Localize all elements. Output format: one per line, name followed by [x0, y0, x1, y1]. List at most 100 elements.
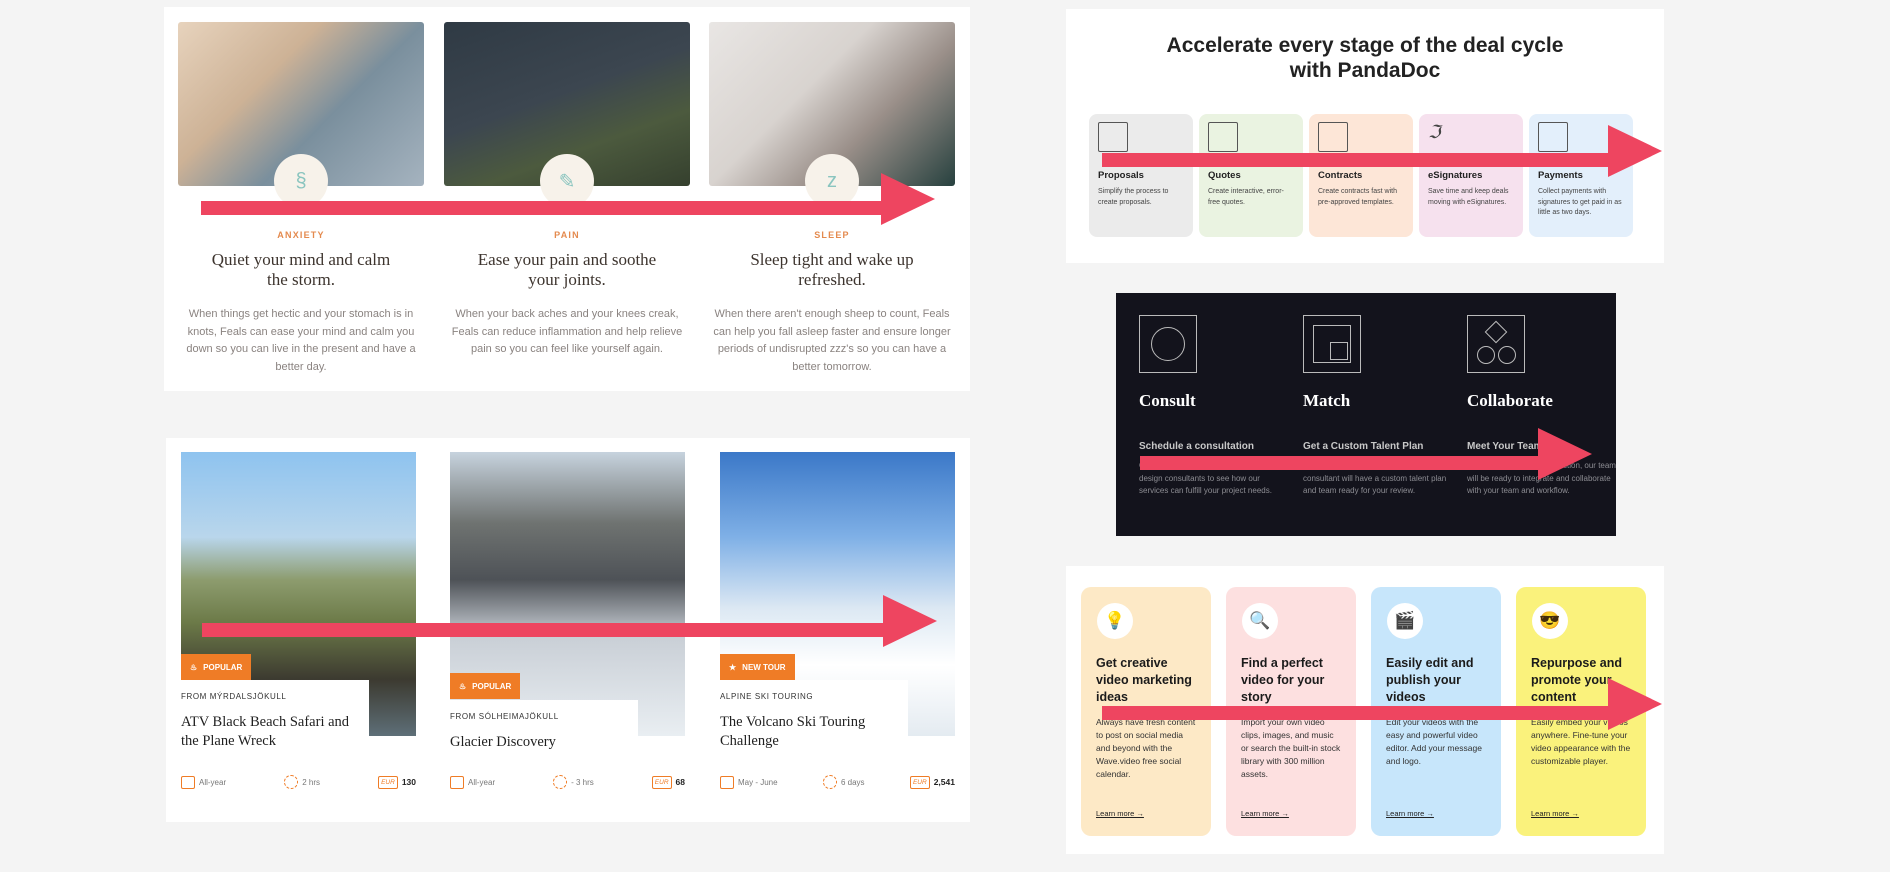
bandage-icon: ✎ [540, 154, 594, 208]
calendar-icon [450, 775, 464, 789]
currency-icon: EUR [651, 775, 672, 789]
step-subtitle: Schedule a consultation [1139, 441, 1255, 452]
contract-doc-icon [1318, 122, 1348, 152]
benefit-title: Sleep tight and wake up refreshed. [750, 250, 914, 289]
learn-more-link[interactable]: Learn more → [1096, 809, 1144, 818]
learn-more-link[interactable]: Learn more → [1241, 809, 1289, 818]
tour-price: 130 [401, 777, 416, 787]
feature-card-repurpose[interactable]: 😎 Repurpose and promote your content Eas… [1516, 587, 1646, 836]
step-title: Consult [1139, 391, 1196, 410]
leaf-swirl-icon: § [274, 154, 328, 208]
tour-price: 2,541 [933, 777, 955, 787]
wave-features-panel: 💡 Get creative video marketing ideas Alw… [1066, 566, 1664, 854]
card-text: Edit your videos with the easy and power… [1386, 717, 1482, 766]
clock-icon [822, 775, 837, 789]
benefit-category: PAIN [554, 230, 580, 240]
tour-info: FROM SÓLHEIMAJÖKULL Glacier Discovery [450, 700, 638, 780]
tour-title[interactable]: ATV Black Beach Safari and the Plane Wre… [181, 713, 369, 751]
benefit-title: Ease your pain and soothe your joints. [477, 250, 657, 289]
currency-icon: EUR [909, 775, 930, 789]
match-icon [1303, 315, 1361, 373]
benefit-card-pain: ✎ PAIN Ease your pain and soothe your jo… [444, 22, 690, 359]
tour-card[interactable]: ♨ POPULAR FROM MÝRDALSJÖKULL ATV Black Be… [181, 452, 416, 789]
feature-card-find-video[interactable]: 🔍 Find a perfect video for your story Im… [1226, 587, 1356, 836]
calendar-icon [720, 775, 734, 789]
benefit-card-sleep: z SLEEP Sleep tight and wake up refreshe… [709, 22, 955, 376]
zzz-icon: z [805, 154, 859, 208]
step-consult: Consult Schedule a consultation Chat wit… [1139, 315, 1289, 498]
sunglasses-face-icon: 😎 [1532, 603, 1568, 639]
calendar-icon [181, 775, 195, 789]
clock-icon [553, 775, 568, 789]
feature-card-contracts[interactable]: Contracts Create contracts fast with pre… [1309, 114, 1413, 237]
flame-icon: ♨ [190, 662, 198, 672]
payment-card-icon [1538, 122, 1568, 152]
tour-meta: All-year - 3 hrs EUR 68 [450, 775, 685, 789]
tour-tag: ♨ POPULAR [450, 673, 521, 699]
feature-card-ideas[interactable]: 💡 Get creative video marketing ideas Alw… [1081, 587, 1211, 836]
currency-icon: EUR [378, 775, 398, 789]
clapperboard-icon: 🎬 [1387, 603, 1423, 639]
tour-title[interactable]: The Volcano Ski Touring Challenge [720, 713, 908, 751]
tour-title[interactable]: Glacier Discovery [450, 733, 638, 752]
tour-origin: ALPINE SKI TOURING [720, 692, 814, 701]
tour-origin: FROM MÝRDALSJÖKULL [181, 692, 287, 701]
tour-price: 68 [675, 777, 685, 787]
feals-benefits-panel: § ANXIETY Quiet your mind and calm the s… [164, 7, 970, 391]
card-title: Repurpose and promote your content [1531, 656, 1622, 704]
proposal-doc-icon [1098, 122, 1128, 152]
tour-info: FROM MÝRDALSJÖKULL ATV Black Beach Safar… [181, 680, 369, 760]
tour-meta: May - June 6 days EUR 2,541 [720, 775, 955, 789]
step-text: Chat with one of our executive financial… [1139, 461, 1279, 495]
pain-photo: ✎ [444, 22, 690, 208]
clock-icon [284, 775, 299, 789]
anxiety-photo: § [178, 22, 424, 208]
flame-icon: ♨ [459, 681, 467, 691]
step-collaborate: Collaborate Meet Your Team Once you appr… [1467, 315, 1616, 498]
tour-tag: ♨ POPULAR [181, 654, 252, 680]
benefit-text: When your back aches and your knees crea… [451, 308, 683, 355]
tour-card[interactable]: ♨ POPULAR FROM SÓLHEIMAJÖKULL Glacier Dis… [450, 452, 685, 789]
benefit-text: When things get hectic and your stomach … [186, 308, 416, 373]
tour-meta: All-year 2 hrs EUR 130 [181, 775, 416, 789]
card-text: Always have fresh content to post on soc… [1096, 717, 1196, 779]
feature-card-quotes[interactable]: Quotes Create interactive, error-free qu… [1199, 114, 1303, 237]
tour-tag: ★ NEW TOUR [720, 654, 795, 680]
benefit-text: When there aren't enough sheep to count,… [713, 308, 951, 373]
tours-panel: ♨ POPULAR FROM MÝRDALSJÖKULL ATV Black Be… [166, 438, 970, 822]
card-title: Find a perfect video for your story [1241, 656, 1325, 704]
step-title: Collaborate [1467, 391, 1553, 410]
step-text: Once you approve our selection, our team… [1467, 461, 1616, 495]
benefit-category: ANXIETY [277, 230, 325, 240]
magnifier-icon: 🔍 [1242, 603, 1278, 639]
benefit-title: Quiet your mind and calm the storm. [211, 250, 391, 289]
step-subtitle: Get a Custom Talent Plan [1303, 441, 1424, 452]
tour-info: ALPINE SKI TOURING The Volcano Ski Touri… [720, 680, 908, 760]
learn-more-link[interactable]: Learn more → [1386, 809, 1434, 818]
star-icon: ★ [729, 662, 737, 672]
collaborate-icon [1467, 315, 1525, 373]
step-match: Match Get a Custom Talent Plan Within on… [1303, 315, 1453, 498]
learn-more-link[interactable]: Learn more → [1531, 809, 1579, 818]
feature-card-esignatures[interactable]: ℑ eSignatures Save time and keep deals m… [1419, 114, 1523, 237]
feature-card-proposals[interactable]: Proposals Simplify the process to create… [1089, 114, 1193, 237]
tour-card[interactable]: ★ NEW TOUR ALPINE SKI TOURING The Volcano… [720, 452, 955, 789]
sleep-photo: z [709, 22, 955, 208]
card-title: Get creative video marketing ideas [1096, 656, 1192, 704]
feature-card-payments[interactable]: Payments Collect payments with signature… [1529, 114, 1633, 237]
lightbulb-icon: 💡 [1097, 603, 1133, 639]
step-subtitle: Meet Your Team [1467, 441, 1543, 452]
section-heading: Accelerate every stage of the deal cycle… [1166, 34, 1564, 82]
feature-card-edit[interactable]: 🎬 Easily edit and publish your videos Ed… [1371, 587, 1501, 836]
quote-doc-icon [1208, 122, 1238, 152]
step-title: Match [1303, 391, 1351, 410]
card-text: Easily embed your videos anywhere. Fine-… [1531, 717, 1631, 766]
pandadoc-panel: Accelerate every stage of the deal cycle… [1066, 9, 1664, 263]
process-steps-panel: Consult Schedule a consultation Chat wit… [1116, 293, 1616, 536]
consult-icon [1139, 315, 1197, 373]
benefit-category: SLEEP [814, 230, 850, 240]
benefit-card-anxiety: § ANXIETY Quiet your mind and calm the s… [178, 22, 424, 376]
step-text: Within one business day, your design con… [1303, 461, 1447, 495]
card-text: Import your own video clips, images, and… [1241, 717, 1341, 779]
tour-origin: FROM SÓLHEIMAJÖKULL [450, 712, 559, 721]
